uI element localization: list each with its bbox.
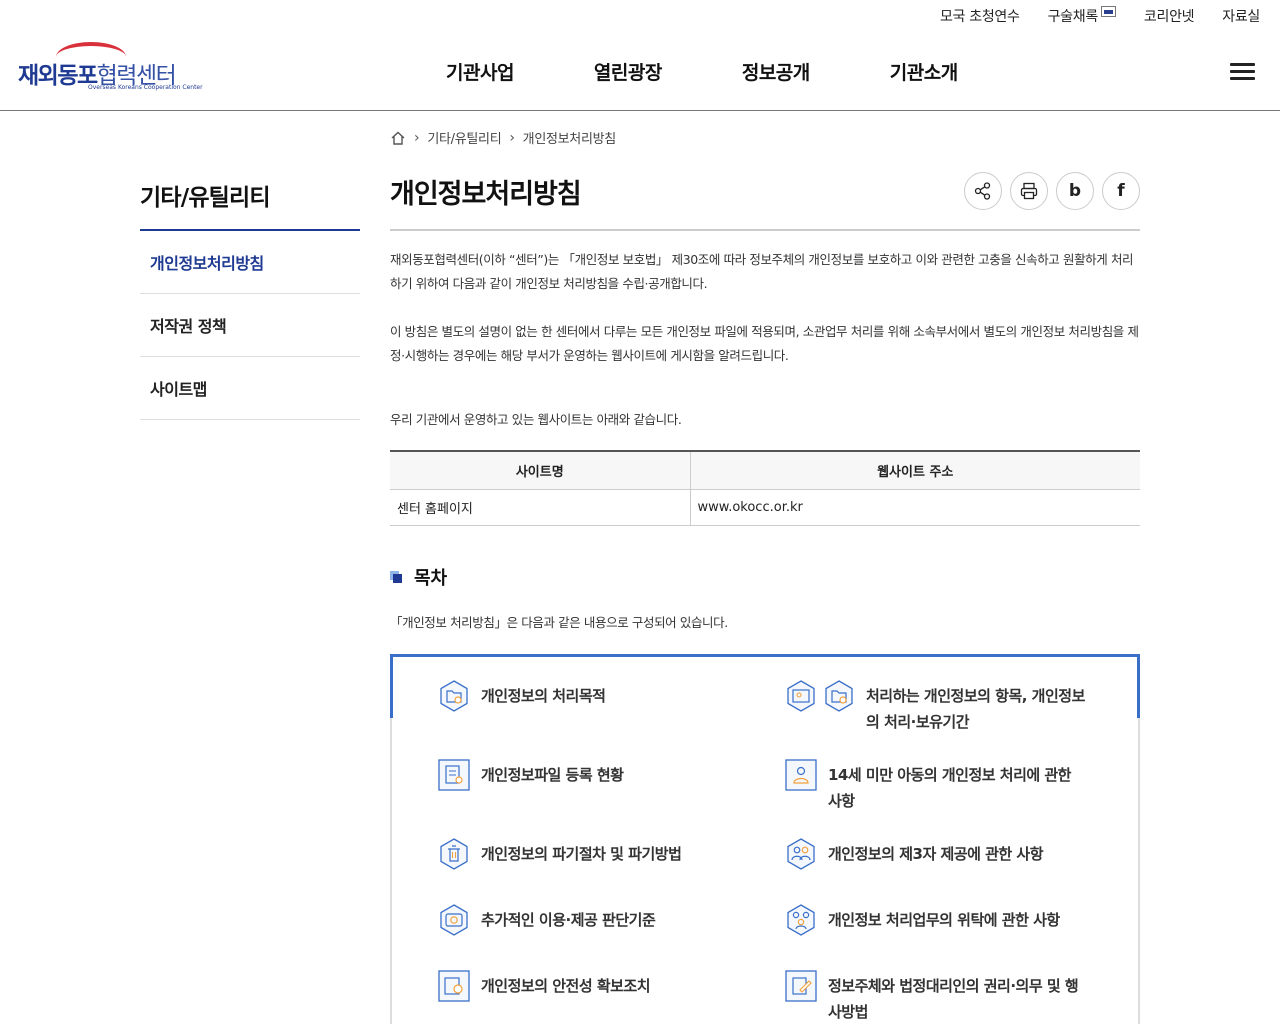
profile-card-icon	[787, 680, 815, 712]
toc-item-label: 처리하는 개인정보의 항목, 개인정보의 처리·보유기간	[866, 687, 1085, 731]
facebook-icon: f	[1117, 181, 1125, 201]
users-icon	[787, 838, 815, 870]
sidebar-item-privacy-policy[interactable]: 개인정보처리방침	[140, 231, 360, 294]
intro-paragraph-1: 재외동포협력센터(이하 “센터”)는 「개인정보 보호법」 제30조에 따라 정…	[390, 252, 1134, 291]
document-icon	[438, 759, 470, 791]
toc-item-label: 개인정보파일 등록 현황	[481, 766, 624, 784]
toc-item-label: 개인정보 처리업무의 위탁에 관한 사항	[828, 911, 1060, 929]
toc-item-file-registration[interactable]: 개인정보파일 등록 현황	[437, 759, 741, 792]
edit-document-icon	[785, 970, 817, 1002]
site-header: 재외동포협력센터 Overseas Koreans Cooperation Ce…	[0, 0, 1280, 111]
toc-item-processing-purpose[interactable]: 개인정보의 처리목적	[437, 680, 741, 713]
sidebar-menu: 개인정보처리방침 저작권 정책 사이트맵	[140, 231, 360, 420]
toc-item-label: 정보주체와 법정대리인의 권리·의무 및 행사방법	[828, 977, 1079, 1021]
table-row: 센터 홈페이지 www.okocc.or.kr	[390, 489, 1140, 526]
table-header-site-url: 웹사이트 주소	[689, 450, 1140, 490]
blog-icon: b	[1068, 181, 1082, 201]
table-cell-site-url[interactable]: www.okocc.or.kr	[689, 489, 1140, 526]
title-divider	[390, 229, 1140, 231]
printer-icon	[1020, 182, 1038, 200]
site-logo[interactable]: 재외동포협력센터 Overseas Koreans Cooperation Ce…	[18, 42, 203, 102]
nav-item-about[interactable]: 기관소개	[890, 58, 958, 85]
logo-subtitle: Overseas Koreans Cooperation Center	[88, 84, 203, 91]
trash-icon	[440, 838, 468, 870]
sidebar-title: 기타/유틸리티	[140, 185, 271, 211]
share-button[interactable]	[964, 172, 1002, 210]
toc-item-third-party[interactable]: 개인정보의 제3자 제공에 관한 사항	[784, 838, 1088, 871]
toc-item-label: 개인정보의 처리목적	[481, 687, 606, 705]
facebook-share-button[interactable]: f	[1102, 172, 1140, 210]
table-header-site-name: 사이트명	[390, 450, 690, 490]
toc-description: 「개인정보 처리방침」은 다음과 같은 내용으로 구성되어 있습니다.	[390, 615, 728, 630]
website-table: 사이트명 웹사이트 주소 센터 홈페이지 www.okocc.or.kr	[390, 450, 1140, 526]
blog-share-button[interactable]: b	[1056, 172, 1094, 210]
toc-item-safety-measures[interactable]: 개인정보의 안전성 확보조치	[437, 970, 741, 1003]
group-icon	[787, 904, 815, 936]
toc-item-label: 개인정보의 안전성 확보조치	[481, 977, 651, 995]
page-title: 개인정보처리방침	[390, 179, 582, 210]
logo-text-strong: 재외동포	[18, 63, 98, 89]
sidebar-item-copyright-policy[interactable]: 저작권 정책	[140, 294, 360, 357]
hamburger-menu-icon[interactable]	[1230, 63, 1255, 81]
chevron-right-icon: ›	[414, 129, 420, 146]
toc-item-additional-use[interactable]: 추가적인 이용·제공 판단기준	[437, 904, 741, 937]
table-cell-site-name: 센터 홈페이지	[390, 489, 690, 526]
main-nav: 기관사업 열린광장 정보공개 기관소개	[446, 58, 958, 85]
breadcrumb-item-utility[interactable]: 기타/유틸리티	[427, 128, 501, 147]
intro-paragraph-2: 이 방침은 별도의 설명이 없는 한 센터에서 다루는 모든 개인정보 파일에 …	[390, 324, 1139, 363]
nav-item-programs[interactable]: 기관사업	[446, 58, 514, 85]
sidebar-item-sitemap[interactable]: 사이트맵	[140, 357, 360, 420]
camera-icon	[440, 904, 468, 936]
toc-heading: 목차	[414, 568, 448, 589]
toc-item-label: 개인정보의 제3자 제공에 관한 사항	[828, 845, 1044, 863]
toc-item-items-retention[interactable]: 처리하는 개인정보의 항목, 개인정보의 처리·보유기간	[784, 680, 1096, 735]
folder-clock-icon	[825, 680, 853, 712]
toc-item-outsourcing[interactable]: 개인정보 처리업무의 위탁에 관한 사항	[784, 904, 1088, 937]
shield-gear-icon	[438, 970, 470, 1002]
toc-item-rights[interactable]: 정보주체와 법정대리인의 권리·의무 및 행사방법	[784, 970, 1088, 1024]
home-icon[interactable]	[390, 130, 406, 146]
chevron-right-icon: ›	[509, 129, 515, 146]
folder-icon	[440, 680, 468, 712]
toc-item-label: 14세 미만 아동의 개인정보 처리에 관한 사항	[828, 766, 1072, 810]
toc-item-label: 개인정보의 파기절차 및 파기방법	[481, 845, 682, 863]
toc-item-destruction[interactable]: 개인정보의 파기절차 및 파기방법	[437, 838, 741, 871]
page-tools: b f	[964, 172, 1140, 210]
breadcrumb-item-current: 개인정보처리방침	[522, 132, 617, 147]
toc-section-title: 목차	[390, 564, 447, 590]
breadcrumb: › 기타/유틸리티 › 개인정보처리방침	[390, 128, 616, 147]
toc-box-accent-left	[390, 654, 393, 718]
square-bullet-icon	[390, 571, 402, 583]
nav-item-open-square[interactable]: 열린광장	[594, 58, 662, 85]
nav-item-disclosure[interactable]: 정보공개	[742, 58, 810, 85]
share-icon	[974, 182, 991, 200]
toc-item-children[interactable]: 14세 미만 아동의 개인정보 처리에 관한 사항	[784, 759, 1088, 814]
intro-paragraph-3: 우리 기관에서 운영하고 있는 웹사이트는 아래와 같습니다.	[390, 412, 682, 427]
toc-item-label: 추가적인 이용·제공 판단기준	[481, 911, 656, 929]
print-button[interactable]	[1010, 172, 1048, 210]
child-icon	[785, 759, 817, 791]
toc-box-accent-right	[1137, 654, 1140, 718]
